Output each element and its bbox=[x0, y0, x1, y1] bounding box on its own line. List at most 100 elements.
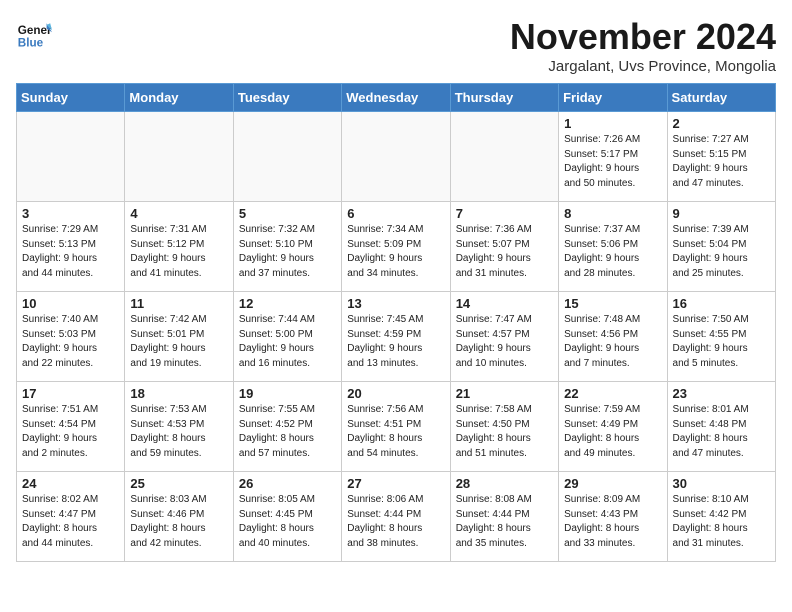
day-info: Sunrise: 8:03 AM Sunset: 4:46 PM Dayligh… bbox=[130, 493, 227, 551]
day-info: Sunrise: 7:56 AM Sunset: 4:51 PM Dayligh… bbox=[347, 403, 444, 461]
day-number: 14 bbox=[456, 296, 553, 311]
page-header: General Blue November 2024 Jargalant, Uv… bbox=[16, 16, 776, 75]
calendar-week-row: 3 Sunrise: 7:29 AM Sunset: 5:13 PM Daylig… bbox=[17, 202, 776, 292]
day-info: Sunrise: 7:37 AM Sunset: 5:06 PM Dayligh… bbox=[564, 223, 661, 281]
calendar-table: SundayMondayTuesdayWednesdayThursdayFrid… bbox=[16, 83, 776, 562]
weekday-header: Monday bbox=[125, 84, 233, 112]
calendar-day-cell: 14 Sunrise: 7:47 AM Sunset: 4:57 PM Dayli… bbox=[450, 292, 558, 382]
calendar-day-cell bbox=[342, 112, 450, 202]
calendar-day-cell: 20 Sunrise: 7:56 AM Sunset: 4:51 PM Dayli… bbox=[342, 382, 450, 472]
logo-icon: General Blue bbox=[16, 16, 52, 52]
calendar-day-cell: 28 Sunrise: 8:08 AM Sunset: 4:44 PM Dayli… bbox=[450, 472, 558, 562]
calendar-day-cell: 8 Sunrise: 7:37 AM Sunset: 5:06 PM Daylig… bbox=[559, 202, 667, 292]
day-number: 3 bbox=[22, 206, 119, 221]
day-info: Sunrise: 8:02 AM Sunset: 4:47 PM Dayligh… bbox=[22, 493, 119, 551]
svg-text:Blue: Blue bbox=[18, 37, 44, 50]
day-number: 26 bbox=[239, 476, 336, 491]
calendar-day-cell bbox=[17, 112, 125, 202]
weekday-header: Thursday bbox=[450, 84, 558, 112]
calendar-day-cell: 17Sunrise: 7:51 AM Sunset: 4:54 PM Dayli… bbox=[17, 382, 125, 472]
day-info: Sunrise: 7:34 AM Sunset: 5:09 PM Dayligh… bbox=[347, 223, 444, 281]
calendar-day-cell bbox=[125, 112, 233, 202]
calendar-day-cell: 26 Sunrise: 8:05 AM Sunset: 4:45 PM Dayli… bbox=[233, 472, 341, 562]
day-info: Sunrise: 8:01 AM Sunset: 4:48 PM Dayligh… bbox=[673, 403, 770, 461]
calendar-day-cell: 4Sunrise: 7:31 AM Sunset: 5:12 PM Daylig… bbox=[125, 202, 233, 292]
month-title: November 2024 bbox=[510, 16, 776, 58]
calendar-day-cell: 5 Sunrise: 7:32 AM Sunset: 5:10 PM Daylig… bbox=[233, 202, 341, 292]
location: Jargalant, Uvs Province, Mongolia bbox=[510, 58, 776, 75]
calendar-week-row: 1 Sunrise: 7:26 AM Sunset: 5:17 PM Daylig… bbox=[17, 112, 776, 202]
calendar-day-cell: 16 Sunrise: 7:50 AM Sunset: 4:55 PM Dayli… bbox=[667, 292, 775, 382]
day-number: 22 bbox=[564, 386, 661, 401]
day-info: Sunrise: 8:10 AM Sunset: 4:42 PM Dayligh… bbox=[673, 493, 770, 551]
day-number: 18 bbox=[130, 386, 227, 401]
calendar-week-row: 17Sunrise: 7:51 AM Sunset: 4:54 PM Dayli… bbox=[17, 382, 776, 472]
day-info: Sunrise: 7:40 AM Sunset: 5:03 PM Dayligh… bbox=[22, 313, 119, 371]
calendar-day-cell: 7Sunrise: 7:36 AM Sunset: 5:07 PM Daylig… bbox=[450, 202, 558, 292]
day-number: 7 bbox=[456, 206, 553, 221]
calendar-day-cell: 29 Sunrise: 8:09 AM Sunset: 4:43 PM Dayli… bbox=[559, 472, 667, 562]
calendar-day-cell: 24 Sunrise: 8:02 AM Sunset: 4:47 PM Dayli… bbox=[17, 472, 125, 562]
day-number: 29 bbox=[564, 476, 661, 491]
day-number: 8 bbox=[564, 206, 661, 221]
day-info: Sunrise: 7:53 AM Sunset: 4:53 PM Dayligh… bbox=[130, 403, 227, 461]
calendar-day-cell: 22 Sunrise: 7:59 AM Sunset: 4:49 PM Dayli… bbox=[559, 382, 667, 472]
day-number: 16 bbox=[673, 296, 770, 311]
calendar-day-cell: 21Sunrise: 7:58 AM Sunset: 4:50 PM Dayli… bbox=[450, 382, 558, 472]
day-info: Sunrise: 8:08 AM Sunset: 4:44 PM Dayligh… bbox=[456, 493, 553, 551]
calendar-day-cell: 10Sunrise: 7:40 AM Sunset: 5:03 PM Dayli… bbox=[17, 292, 125, 382]
day-info: Sunrise: 7:44 AM Sunset: 5:00 PM Dayligh… bbox=[239, 313, 336, 371]
day-info: Sunrise: 7:27 AM Sunset: 5:15 PM Dayligh… bbox=[673, 133, 770, 191]
day-info: Sunrise: 7:26 AM Sunset: 5:17 PM Dayligh… bbox=[564, 133, 661, 191]
calendar-day-cell: 19 Sunrise: 7:55 AM Sunset: 4:52 PM Dayli… bbox=[233, 382, 341, 472]
day-number: 24 bbox=[22, 476, 119, 491]
day-info: Sunrise: 7:32 AM Sunset: 5:10 PM Dayligh… bbox=[239, 223, 336, 281]
calendar-day-cell: 6 Sunrise: 7:34 AM Sunset: 5:09 PM Daylig… bbox=[342, 202, 450, 292]
day-info: Sunrise: 7:48 AM Sunset: 4:56 PM Dayligh… bbox=[564, 313, 661, 371]
day-info: Sunrise: 7:59 AM Sunset: 4:49 PM Dayligh… bbox=[564, 403, 661, 461]
day-info: Sunrise: 8:06 AM Sunset: 4:44 PM Dayligh… bbox=[347, 493, 444, 551]
day-number: 13 bbox=[347, 296, 444, 311]
calendar-day-cell: 12Sunrise: 7:44 AM Sunset: 5:00 PM Dayli… bbox=[233, 292, 341, 382]
day-number: 15 bbox=[564, 296, 661, 311]
calendar-day-cell: 30 Sunrise: 8:10 AM Sunset: 4:42 PM Dayli… bbox=[667, 472, 775, 562]
calendar-day-cell: 18 Sunrise: 7:53 AM Sunset: 4:53 PM Dayli… bbox=[125, 382, 233, 472]
calendar-day-cell: 1 Sunrise: 7:26 AM Sunset: 5:17 PM Daylig… bbox=[559, 112, 667, 202]
day-number: 19 bbox=[239, 386, 336, 401]
day-number: 6 bbox=[347, 206, 444, 221]
day-info: Sunrise: 7:45 AM Sunset: 4:59 PM Dayligh… bbox=[347, 313, 444, 371]
day-number: 5 bbox=[239, 206, 336, 221]
day-info: Sunrise: 7:55 AM Sunset: 4:52 PM Dayligh… bbox=[239, 403, 336, 461]
day-number: 2 bbox=[673, 116, 770, 131]
day-number: 28 bbox=[456, 476, 553, 491]
day-info: Sunrise: 7:39 AM Sunset: 5:04 PM Dayligh… bbox=[673, 223, 770, 281]
calendar-day-cell: 13 Sunrise: 7:45 AM Sunset: 4:59 PM Dayli… bbox=[342, 292, 450, 382]
day-info: Sunrise: 8:09 AM Sunset: 4:43 PM Dayligh… bbox=[564, 493, 661, 551]
day-number: 21 bbox=[456, 386, 553, 401]
calendar-week-row: 10Sunrise: 7:40 AM Sunset: 5:03 PM Dayli… bbox=[17, 292, 776, 382]
day-number: 23 bbox=[673, 386, 770, 401]
calendar-day-cell bbox=[450, 112, 558, 202]
day-info: Sunrise: 7:29 AM Sunset: 5:13 PM Dayligh… bbox=[22, 223, 119, 281]
weekday-header: Saturday bbox=[667, 84, 775, 112]
logo: General Blue bbox=[16, 16, 52, 52]
calendar-day-cell: 11 Sunrise: 7:42 AM Sunset: 5:01 PM Dayli… bbox=[125, 292, 233, 382]
day-number: 11 bbox=[130, 296, 227, 311]
day-info: Sunrise: 8:05 AM Sunset: 4:45 PM Dayligh… bbox=[239, 493, 336, 551]
day-number: 4 bbox=[130, 206, 227, 221]
day-info: Sunrise: 7:50 AM Sunset: 4:55 PM Dayligh… bbox=[673, 313, 770, 371]
day-info: Sunrise: 7:42 AM Sunset: 5:01 PM Dayligh… bbox=[130, 313, 227, 371]
weekday-header: Wednesday bbox=[342, 84, 450, 112]
day-number: 30 bbox=[673, 476, 770, 491]
calendar-day-cell: 23 Sunrise: 8:01 AM Sunset: 4:48 PM Dayli… bbox=[667, 382, 775, 472]
weekday-header: Sunday bbox=[17, 84, 125, 112]
calendar-week-row: 24 Sunrise: 8:02 AM Sunset: 4:47 PM Dayli… bbox=[17, 472, 776, 562]
calendar-day-cell: 15 Sunrise: 7:48 AM Sunset: 4:56 PM Dayli… bbox=[559, 292, 667, 382]
title-area: November 2024 Jargalant, Uvs Province, M… bbox=[510, 16, 776, 75]
calendar-day-cell: 27Sunrise: 8:06 AM Sunset: 4:44 PM Dayli… bbox=[342, 472, 450, 562]
day-number: 9 bbox=[673, 206, 770, 221]
day-info: Sunrise: 7:47 AM Sunset: 4:57 PM Dayligh… bbox=[456, 313, 553, 371]
day-number: 1 bbox=[564, 116, 661, 131]
day-number: 20 bbox=[347, 386, 444, 401]
calendar-day-cell: 25Sunrise: 8:03 AM Sunset: 4:46 PM Dayli… bbox=[125, 472, 233, 562]
